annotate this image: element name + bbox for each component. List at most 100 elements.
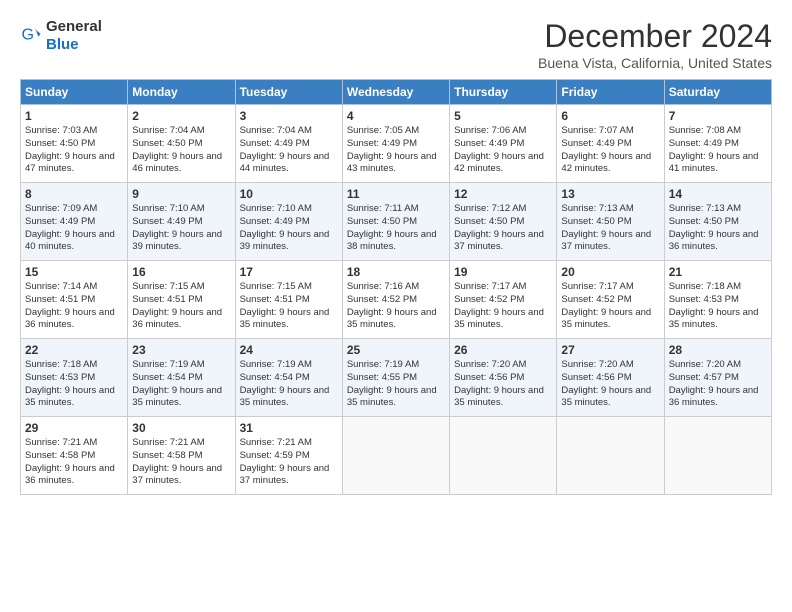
table-row: 26 Sunrise: 7:20 AMSunset: 4:56 PMDayligh… [450,339,557,417]
day-number: 17 [240,265,338,279]
day-number: 18 [347,265,445,279]
header-row: Sunday Monday Tuesday Wednesday Thursday… [21,80,772,105]
col-tuesday: Tuesday [235,80,342,105]
day-number: 23 [132,343,230,357]
table-row: 18 Sunrise: 7:16 AMSunset: 4:52 PMDayligh… [342,261,449,339]
cell-text: Sunrise: 7:15 AMSunset: 4:51 PMDaylight:… [240,281,330,330]
cell-text: Sunrise: 7:06 AMSunset: 4:49 PMDaylight:… [454,125,544,174]
table-row: 16 Sunrise: 7:15 AMSunset: 4:51 PMDayligh… [128,261,235,339]
day-number: 3 [240,109,338,123]
day-number: 7 [669,109,767,123]
day-number: 11 [347,187,445,201]
calendar-week-3: 15 Sunrise: 7:14 AMSunset: 4:51 PMDayligh… [21,261,772,339]
cell-text: Sunrise: 7:15 AMSunset: 4:51 PMDaylight:… [132,281,222,330]
cell-text: Sunrise: 7:21 AMSunset: 4:59 PMDaylight:… [240,437,330,486]
table-row: 13Sunrise: 7:13 AMSunset: 4:50 PMDayligh… [557,183,664,261]
col-monday: Monday [128,80,235,105]
day-number: 1 [25,109,123,123]
table-row: 10 Sunrise: 7:10 AMSunset: 4:49 PMDayligh… [235,183,342,261]
logo: G General Blue [20,18,102,54]
day-number: 8 [25,187,123,201]
table-row: 25 Sunrise: 7:19 AMSunset: 4:55 PMDayligh… [342,339,449,417]
logo-icon: G [20,25,42,47]
cell-text: Sunrise: 7:18 AMSunset: 4:53 PMDaylight:… [669,281,759,330]
day-number: 20 [561,265,659,279]
col-sunday: Sunday [21,80,128,105]
table-row: 30Sunrise: 7:21 AMSunset: 4:58 PMDayligh… [128,417,235,495]
col-saturday: Saturday [664,80,771,105]
cell-text: Sunrise: 7:14 AMSunset: 4:51 PMDaylight:… [25,281,115,330]
cell-text: Sunrise: 7:11 AMSunset: 4:50 PMDaylight:… [347,203,437,252]
header: G General Blue December 2024 Buena Vista… [20,18,772,71]
cell-text: Sunrise: 7:16 AMSunset: 4:52 PMDaylight:… [347,281,437,330]
table-row: 8 Sunrise: 7:09 AMSunset: 4:49 PMDaylight… [21,183,128,261]
table-row: 15 Sunrise: 7:14 AMSunset: 4:51 PMDayligh… [21,261,128,339]
table-row: 23 Sunrise: 7:19 AMSunset: 4:54 PMDayligh… [128,339,235,417]
day-number: 13 [561,187,659,201]
day-number: 28 [669,343,767,357]
day-number: 29 [25,421,123,435]
day-number: 21 [669,265,767,279]
table-row: 31 Sunrise: 7:21 AMSunset: 4:59 PMDayligh… [235,417,342,495]
col-wednesday: Wednesday [342,80,449,105]
cell-text: Sunrise: 7:10 AMSunset: 4:49 PMDaylight:… [132,203,222,252]
table-row [557,417,664,495]
cell-text: Sunrise: 7:10 AMSunset: 4:49 PMDaylight:… [240,203,330,252]
location: Buena Vista, California, United States [538,55,772,71]
table-row: 3Sunrise: 7:04 AMSunset: 4:49 PMDaylight… [235,105,342,183]
calendar-week-5: 29 Sunrise: 7:21 AMSunset: 4:58 PMDayligh… [21,417,772,495]
cell-text: Sunrise: 7:03 AMSunset: 4:50 PMDaylight:… [25,125,115,174]
table-row: 29 Sunrise: 7:21 AMSunset: 4:58 PMDayligh… [21,417,128,495]
day-number: 2 [132,109,230,123]
table-row [342,417,449,495]
day-number: 10 [240,187,338,201]
table-row: 1 Sunrise: 7:03 AMSunset: 4:50 PMDaylight… [21,105,128,183]
cell-text: Sunrise: 7:20 AMSunset: 4:57 PMDaylight:… [669,359,759,408]
cell-text: Sunrise: 7:19 AMSunset: 4:54 PMDaylight:… [132,359,222,408]
table-row: 28 Sunrise: 7:20 AMSunset: 4:57 PMDayligh… [664,339,771,417]
logo-general: General [46,18,102,35]
cell-text: Sunrise: 7:09 AMSunset: 4:49 PMDaylight:… [25,203,115,252]
col-thursday: Thursday [450,80,557,105]
month-title: December 2024 [538,18,772,55]
day-number: 14 [669,187,767,201]
day-number: 12 [454,187,552,201]
table-row: 19Sunrise: 7:17 AMSunset: 4:52 PMDayligh… [450,261,557,339]
logo-blue: Blue [46,36,79,53]
day-number: 15 [25,265,123,279]
table-row: 21 Sunrise: 7:18 AMSunset: 4:53 PMDayligh… [664,261,771,339]
table-row: 11 Sunrise: 7:11 AMSunset: 4:50 PMDayligh… [342,183,449,261]
cell-text: Sunrise: 7:07 AMSunset: 4:49 PMDaylight:… [561,125,651,174]
table-row: 24Sunrise: 7:19 AMSunset: 4:54 PMDayligh… [235,339,342,417]
cell-text: Sunrise: 7:19 AMSunset: 4:54 PMDaylight:… [240,359,330,408]
table-row: 14 Sunrise: 7:13 AMSunset: 4:50 PMDayligh… [664,183,771,261]
cell-text: Sunrise: 7:21 AMSunset: 4:58 PMDaylight:… [25,437,115,486]
table-row: 7 Sunrise: 7:08 AMSunset: 4:49 PMDaylight… [664,105,771,183]
day-number: 26 [454,343,552,357]
day-number: 4 [347,109,445,123]
cell-text: Sunrise: 7:12 AMSunset: 4:50 PMDaylight:… [454,203,544,252]
cell-text: Sunrise: 7:08 AMSunset: 4:49 PMDaylight:… [669,125,759,174]
day-number: 19 [454,265,552,279]
cell-text: Sunrise: 7:20 AMSunset: 4:56 PMDaylight:… [454,359,544,408]
day-number: 25 [347,343,445,357]
col-friday: Friday [557,80,664,105]
cell-text: Sunrise: 7:20 AMSunset: 4:56 PMDaylight:… [561,359,651,408]
cell-text: Sunrise: 7:05 AMSunset: 4:49 PMDaylight:… [347,125,437,174]
svg-text:G: G [21,26,34,44]
table-row: 20Sunrise: 7:17 AMSunset: 4:52 PMDayligh… [557,261,664,339]
table-row [450,417,557,495]
day-number: 5 [454,109,552,123]
day-number: 6 [561,109,659,123]
cell-text: Sunrise: 7:13 AMSunset: 4:50 PMDaylight:… [669,203,759,252]
table-row: 5 Sunrise: 7:06 AMSunset: 4:49 PMDaylight… [450,105,557,183]
day-number: 27 [561,343,659,357]
day-number: 16 [132,265,230,279]
day-number: 31 [240,421,338,435]
cell-text: Sunrise: 7:19 AMSunset: 4:55 PMDaylight:… [347,359,437,408]
table-row: 4 Sunrise: 7:05 AMSunset: 4:49 PMDaylight… [342,105,449,183]
calendar-table: Sunday Monday Tuesday Wednesday Thursday… [20,79,772,495]
day-number: 22 [25,343,123,357]
page: G General Blue December 2024 Buena Vista… [0,0,792,612]
title-area: December 2024 Buena Vista, California, U… [538,18,772,71]
